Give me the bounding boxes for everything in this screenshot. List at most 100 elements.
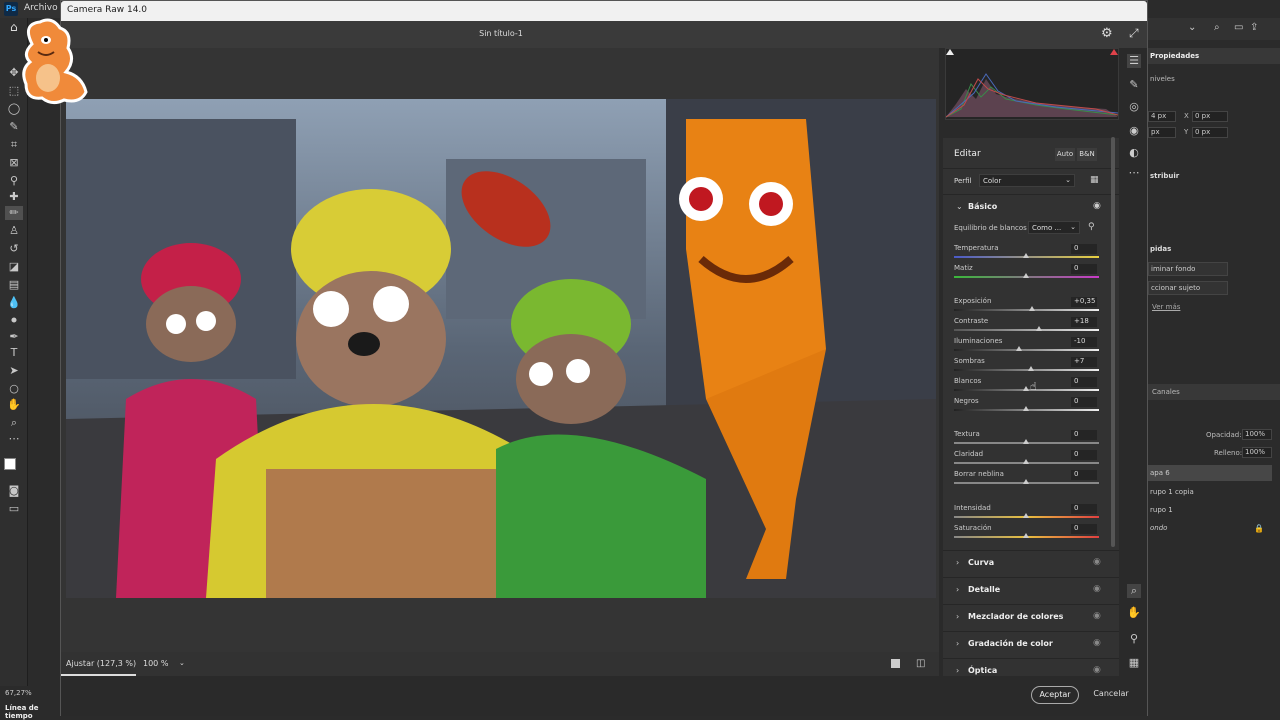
- slider-track[interactable]: [954, 329, 1099, 331]
- section-mezclador[interactable]: › Mezclador de colores ◉: [943, 605, 1119, 631]
- select-subject-button[interactable]: ccionar sujeto: [1148, 281, 1228, 295]
- gradient-tool-icon[interactable]: ▤: [5, 278, 23, 292]
- layer-row[interactable]: rupo 1: [1148, 502, 1272, 518]
- wb-select[interactable]: Como ... ⌄: [1028, 221, 1080, 234]
- foreground-color-swatch[interactable]: [4, 458, 16, 470]
- profile-browser-icon[interactable]: ▦: [1090, 175, 1099, 185]
- slider-value[interactable]: +18: [1071, 317, 1097, 327]
- slider-sombras[interactable]: Sombras +7: [943, 357, 1119, 377]
- slider-contraste[interactable]: Contraste +18: [943, 317, 1119, 337]
- path-select-icon[interactable]: ➤: [5, 364, 23, 378]
- slider-iluminaciones[interactable]: Iluminaciones -10: [943, 337, 1119, 357]
- slider-thumb[interactable]: [1023, 513, 1029, 518]
- width-field[interactable]: 4 px: [1148, 111, 1176, 122]
- frame-tool-icon[interactable]: ⊠: [5, 156, 23, 170]
- slider-track[interactable]: [954, 349, 1099, 351]
- section-optica[interactable]: › Óptica ◉: [943, 659, 1119, 676]
- slider-thumb[interactable]: [1023, 533, 1029, 538]
- perfil-select[interactable]: Color ⌄: [979, 174, 1075, 187]
- slider-intensidad[interactable]: Intensidad 0: [943, 504, 1119, 524]
- zoom-icon[interactable]: ⌕: [1127, 584, 1141, 598]
- gear-icon[interactable]: ⚙: [1101, 26, 1113, 41]
- more-options-icon[interactable]: ⋯: [1127, 166, 1141, 180]
- slider-thumb[interactable]: [1036, 326, 1042, 331]
- slider-matiz[interactable]: Matiz 0: [943, 264, 1119, 284]
- eye-icon[interactable]: ◉: [1093, 611, 1101, 621]
- height-field[interactable]: px: [1148, 127, 1176, 138]
- ps-zoom-level[interactable]: 67,27%: [5, 689, 32, 697]
- layer-row[interactable]: apa 6: [1148, 465, 1272, 481]
- cancel-button[interactable]: Cancelar: [1091, 686, 1131, 704]
- section-detalle[interactable]: › Detalle ◉: [943, 578, 1119, 604]
- slider-track[interactable]: [954, 369, 1099, 371]
- opacity-field[interactable]: 100%: [1242, 429, 1272, 440]
- hand-icon[interactable]: ✋: [1127, 606, 1141, 620]
- slider-value[interactable]: -10: [1071, 337, 1097, 347]
- chevron-down-icon[interactable]: ⌄: [179, 659, 185, 667]
- slider-thumb[interactable]: [1028, 366, 1034, 371]
- slider-claridad[interactable]: Claridad 0: [943, 450, 1119, 470]
- zoom-fit[interactable]: Ajustar (127,3 %): [66, 659, 136, 668]
- eye-icon[interactable]: ◉: [1093, 638, 1101, 648]
- y-field[interactable]: 0 px: [1192, 127, 1228, 138]
- eye-icon[interactable]: ◉: [1093, 201, 1101, 211]
- slider-value[interactable]: +0,35: [1071, 297, 1097, 307]
- eye-icon[interactable]: ◉: [1093, 584, 1101, 594]
- slider-thumb[interactable]: [1029, 306, 1035, 311]
- menu-archivo[interactable]: Archivo: [24, 3, 58, 13]
- view-single-icon[interactable]: [891, 659, 900, 668]
- pen-tool-icon[interactable]: ✒: [5, 330, 23, 344]
- slider-thumb[interactable]: [1023, 406, 1029, 411]
- brush-tool-icon[interactable]: ✏: [5, 206, 23, 220]
- screen-mode-icon[interactable]: ▭: [5, 502, 23, 516]
- tab-propiedades[interactable]: Propiedades: [1150, 52, 1199, 60]
- slider-saturacion[interactable]: Saturación 0: [943, 524, 1119, 544]
- section-basico[interactable]: ⌄ Básico ◉: [943, 195, 1119, 221]
- grid-icon[interactable]: ▦: [1127, 656, 1141, 670]
- history-brush-icon[interactable]: ↺: [5, 242, 23, 256]
- blur-tool-icon[interactable]: 💧: [5, 296, 23, 310]
- slider-thumb[interactable]: [1023, 439, 1029, 444]
- presets-icon[interactable]: ◐: [1127, 146, 1141, 160]
- edit-sliders-icon[interactable]: ☰: [1127, 54, 1141, 68]
- bw-button[interactable]: B&N: [1077, 148, 1097, 161]
- mask-icon[interactable]: ◎: [1127, 100, 1141, 114]
- slider-track[interactable]: [954, 309, 1099, 311]
- auto-button[interactable]: Auto: [1055, 148, 1075, 161]
- red-eye-icon[interactable]: ◉: [1127, 124, 1141, 138]
- slider-thumb[interactable]: [1023, 386, 1029, 391]
- eraser-tool-icon[interactable]: ◪: [5, 260, 23, 274]
- section-curva[interactable]: › Curva ◉: [943, 551, 1119, 577]
- search-icon[interactable]: ⌕: [1214, 22, 1220, 33]
- healing-tool-icon[interactable]: ✚: [5, 190, 23, 204]
- ver-mas-link[interactable]: Ver más: [1152, 303, 1180, 311]
- color-sampler-icon[interactable]: ⚲: [1127, 632, 1141, 646]
- crop-tool-icon[interactable]: ⌗: [5, 138, 23, 152]
- zoom-100[interactable]: 100 %: [143, 659, 168, 668]
- accept-button[interactable]: Aceptar: [1031, 686, 1079, 704]
- hand-tool-icon[interactable]: ✋: [5, 398, 23, 412]
- slider-thumb[interactable]: [1023, 479, 1029, 484]
- slider-value[interactable]: 0: [1071, 470, 1097, 480]
- fullscreen-icon[interactable]: ⤢: [1129, 26, 1139, 41]
- eyedropper-tool-icon[interactable]: ⚲: [5, 174, 23, 188]
- slider-neblina[interactable]: Borrar neblina 0: [943, 470, 1119, 490]
- slider-value[interactable]: 0: [1071, 504, 1097, 514]
- eyedropper-icon[interactable]: ⚲: [1088, 222, 1095, 232]
- slider-temperatura[interactable]: Temperatura 0: [943, 244, 1119, 264]
- slider-value[interactable]: 0: [1071, 377, 1097, 387]
- shape-tool-icon[interactable]: ○: [5, 382, 23, 396]
- x-field[interactable]: 0 px: [1192, 111, 1228, 122]
- slider-textura[interactable]: Textura 0: [943, 430, 1119, 450]
- healing-icon[interactable]: ✎: [1127, 78, 1141, 92]
- workspace-icon[interactable]: ▭: [1234, 22, 1243, 33]
- slider-value[interactable]: 0: [1071, 450, 1097, 460]
- before-after-icon[interactable]: ◫: [916, 658, 925, 669]
- slider-thumb[interactable]: [1023, 459, 1029, 464]
- slider-thumb[interactable]: [1023, 253, 1029, 258]
- tab-canales[interactable]: Canales: [1152, 388, 1180, 396]
- type-tool-icon[interactable]: T: [5, 346, 23, 360]
- quick-mask-icon[interactable]: ◙: [5, 484, 23, 498]
- slider-value[interactable]: 0: [1071, 397, 1097, 407]
- edit-panel-scrollbar[interactable]: [1111, 137, 1115, 547]
